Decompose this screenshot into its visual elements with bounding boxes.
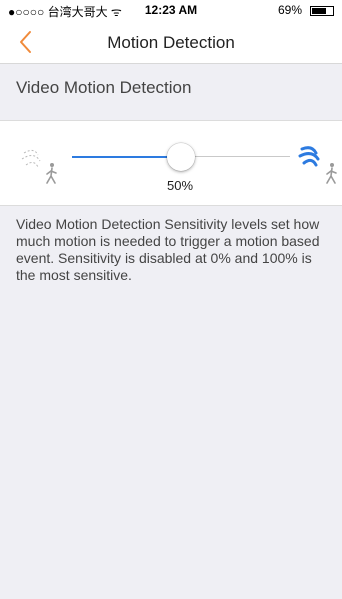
- page-title: Motion Detection: [107, 33, 235, 52]
- slider-value: 50%: [166, 178, 194, 193]
- nav-bar: Motion Detection: [0, 20, 342, 64]
- section-header: Video Motion Detection: [0, 64, 342, 110]
- slider-thumb[interactable]: [167, 143, 195, 171]
- sensitivity-slider-panel: 50%: [0, 120, 342, 206]
- battery-percent: 69%: [277, 3, 302, 17]
- battery-icon: [310, 6, 334, 16]
- description-text: Video Motion Detection Sensitivity level…: [16, 216, 320, 283]
- section-title: Video Motion Detection: [16, 78, 192, 97]
- slider-track-filled[interactable]: [72, 156, 181, 158]
- slider-track[interactable]: [181, 156, 290, 157]
- motion-high-icon: [298, 146, 337, 184]
- status-bar: ●○○○○ 台湾大哥大 ᯤ 12:23 AM 69%: [0, 0, 342, 20]
